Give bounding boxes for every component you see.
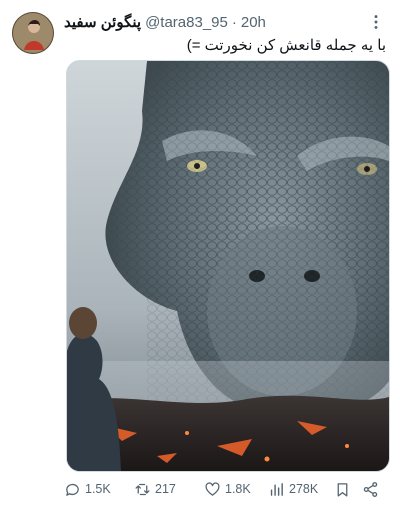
reply-button[interactable]: 1.5K	[64, 481, 111, 498]
retweet-button[interactable]: 217	[134, 481, 176, 498]
retweet-count: 217	[155, 482, 176, 496]
reply-count: 1.5K	[85, 482, 111, 496]
separator-dot: ·	[231, 13, 237, 31]
tweet-media-image[interactable]	[66, 60, 390, 472]
share-icon	[362, 481, 379, 498]
views-count: 278K	[289, 482, 319, 496]
like-count: 1.8K	[225, 482, 251, 496]
share-button[interactable]	[362, 481, 379, 498]
action-bar: 1.5K 217 1.8K 278K	[64, 478, 386, 500]
bookmark-icon	[334, 481, 351, 498]
tweet-text: با یه جمله قانعش کن نخورتت =)	[186, 37, 386, 54]
display-name[interactable]: پنگوئن سفید	[64, 13, 141, 31]
views-button[interactable]: 278K	[268, 481, 318, 498]
heart-icon	[204, 481, 221, 498]
tweet-header: پنگوئن سفید @tara83_95 · 20h	[64, 12, 266, 32]
avatar[interactable]	[12, 12, 54, 54]
bookmark-button[interactable]	[334, 481, 351, 498]
like-button[interactable]: 1.8K	[204, 481, 251, 498]
views-chart-icon	[268, 481, 285, 498]
tweet[interactable]: پنگوئن سفید @tara83_95 · 20h با یه جمله …	[0, 0, 400, 510]
reply-icon	[64, 481, 81, 498]
retweet-icon	[134, 481, 151, 498]
timestamp[interactable]: 20h	[241, 14, 266, 31]
user-handle[interactable]: @tara83_95	[145, 14, 228, 31]
more-horizontal-icon[interactable]	[366, 12, 386, 32]
